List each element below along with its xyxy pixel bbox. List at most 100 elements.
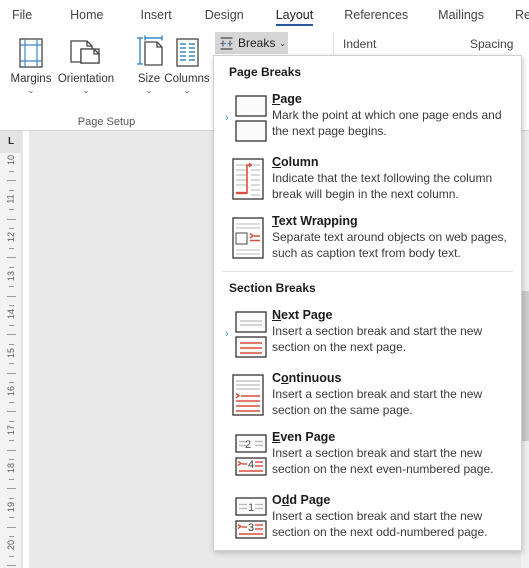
orientation-label: Orientation	[57, 73, 115, 85]
ruler-tick	[7, 565, 16, 567]
ruler-tick	[9, 459, 14, 461]
menu-item-column[interactable]: Column Indicate that the text following …	[214, 149, 521, 208]
ruler-tick	[9, 170, 14, 172]
continuous-break-icon	[220, 370, 272, 419]
ruler-tick	[9, 382, 14, 384]
ruler-number: 19	[5, 501, 16, 512]
spacing-label: Spacing	[470, 37, 514, 51]
tab-references[interactable]: References	[344, 0, 408, 28]
menu-item-odd-page[interactable]: 1 3 Odd Page Insert a section break and …	[214, 487, 521, 550]
text-wrapping-break-icon	[220, 213, 272, 262]
tab-review[interactable]: Review	[515, 0, 529, 28]
margins-label: Margins	[10, 73, 52, 85]
ruler-tick	[9, 228, 14, 230]
ruler-tick	[9, 286, 14, 288]
ruler-tick	[9, 517, 14, 519]
ruler-number: 13	[5, 270, 16, 281]
ruler-tick	[9, 189, 14, 191]
ruler-tick	[9, 209, 14, 211]
ruler-tick	[9, 305, 14, 307]
ruler-number: 12	[5, 231, 16, 243]
menu-item-description: Insert a section break and start the new…	[272, 446, 494, 476]
ruler-tick	[9, 247, 14, 249]
menu-item-description: Mark the point at which one page ends an…	[272, 108, 502, 138]
menu-item-description: Indicate that the text following the col…	[272, 171, 493, 201]
ruler-tick	[7, 218, 16, 220]
ruler-tick	[7, 526, 16, 528]
ruler-tick	[9, 401, 14, 403]
menu-item-continuous[interactable]: Continuous Insert a section break and st…	[214, 365, 521, 424]
margins-button[interactable]: Margins ⌄	[2, 30, 60, 106]
ruler-tick	[7, 180, 16, 182]
page-setup-group-label: Page Setup	[77, 116, 136, 128]
ribbon-tab-bar: File Home Insert Design Layout Reference…	[0, 0, 529, 28]
ruler-tick	[9, 478, 14, 480]
menu-item-title: Even Page	[272, 430, 336, 444]
tab-layout[interactable]: Layout	[275, 0, 313, 28]
page-left-edge	[23, 131, 29, 568]
menu-item-title: Next Page	[272, 308, 333, 322]
columns-label: Columns	[164, 73, 210, 85]
breaks-button[interactable]: Breaks ⌄	[215, 32, 288, 54]
chevron-down-icon[interactable]: ⌄	[279, 39, 286, 48]
menu-item-next-page[interactable]: › Next Page Insert a section break and s…	[214, 302, 521, 365]
ribbon-group-page-setup: Margins ⌄ Orientation ⌄ Size ⌄ Columns ⌄…	[0, 28, 213, 131]
word-window: File Home Insert Design Layout Reference…	[0, 0, 529, 568]
svg-text:4: 4	[248, 459, 254, 471]
breaks-icon	[219, 36, 234, 51]
ruler-number: 15	[5, 347, 16, 358]
svg-text:›: ›	[225, 328, 229, 340]
ruler-tick	[9, 343, 14, 345]
ruler-tick	[9, 420, 14, 422]
tab-mailings[interactable]: Mailings	[438, 0, 484, 28]
chevron-down-icon[interactable]: ⌄	[83, 87, 90, 95]
svg-text:1: 1	[248, 502, 254, 514]
scrollbar-thumb[interactable]	[521, 291, 529, 441]
columns-button[interactable]: Columns ⌄	[158, 30, 216, 106]
margins-icon	[14, 30, 48, 70]
ruler-tick	[7, 257, 16, 259]
vertical-scrollbar[interactable]	[521, 131, 529, 568]
chevron-down-icon[interactable]: ⌄	[28, 87, 35, 95]
tab-insert[interactable]: Insert	[141, 0, 172, 28]
breaks-label: Breaks	[238, 36, 276, 50]
menu-item-text-wrapping[interactable]: Text Wrapping Separate text around objec…	[214, 208, 521, 267]
ruler-number: 17	[5, 424, 16, 435]
chevron-down-icon[interactable]: ⌄	[146, 87, 153, 95]
tab-stop-selector[interactable]: L	[0, 131, 22, 153]
svg-text:2: 2	[245, 439, 251, 451]
vertical-ruler[interactable]: L 10 11 12 13 14 15 16 17 18 19 20	[0, 131, 22, 568]
ruler-tick	[9, 363, 14, 365]
indent-label: Indent	[343, 37, 377, 51]
ruler-tick	[7, 372, 16, 374]
ruler-tick-marks: 10 11 12 13 14 15 16 17 18 19 20	[0, 153, 22, 568]
breaks-dropdown-menu[interactable]: Page Breaks › Page Mark the point at whi…	[213, 55, 522, 551]
tab-stop-l-icon: L	[7, 136, 15, 147]
menu-item-description: Insert a section break and start the new…	[272, 509, 488, 539]
menu-item-description: Insert a section break and start the new…	[272, 324, 483, 354]
ruler-tick	[7, 449, 16, 451]
ruler-number: 11	[6, 193, 16, 204]
ruler-number: 16	[5, 385, 16, 397]
chevron-down-icon[interactable]: ⌄	[184, 87, 191, 95]
menu-item-title: Continuous	[272, 371, 342, 385]
ruler-number: 20	[5, 539, 16, 551]
page-title-rest: age	[280, 92, 302, 106]
page-break-icon: ›	[220, 91, 272, 144]
menu-item-page[interactable]: › Page Mark the point at which one page …	[214, 86, 521, 149]
menu-item-even-page[interactable]: 2 4 Even Page Insert a section break and…	[214, 424, 521, 487]
svg-text:3: 3	[248, 522, 254, 534]
menu-item-title: Column	[272, 155, 319, 169]
menu-section-header-section-breaks: Section Breaks	[229, 281, 316, 295]
menu-item-title: Odd Page	[272, 493, 331, 507]
orientation-button[interactable]: Orientation ⌄	[57, 30, 115, 106]
menu-section-header-page-breaks: Page Breaks	[229, 65, 302, 79]
ruler-tick	[7, 411, 16, 413]
tab-file[interactable]: File	[12, 0, 32, 28]
ruler-tick	[9, 536, 14, 538]
ruler-tick	[7, 334, 16, 336]
svg-text:›: ›	[225, 112, 229, 124]
ruler-number: 18	[5, 462, 16, 474]
tab-design[interactable]: Design	[205, 0, 244, 28]
tab-home[interactable]: Home	[70, 0, 103, 28]
